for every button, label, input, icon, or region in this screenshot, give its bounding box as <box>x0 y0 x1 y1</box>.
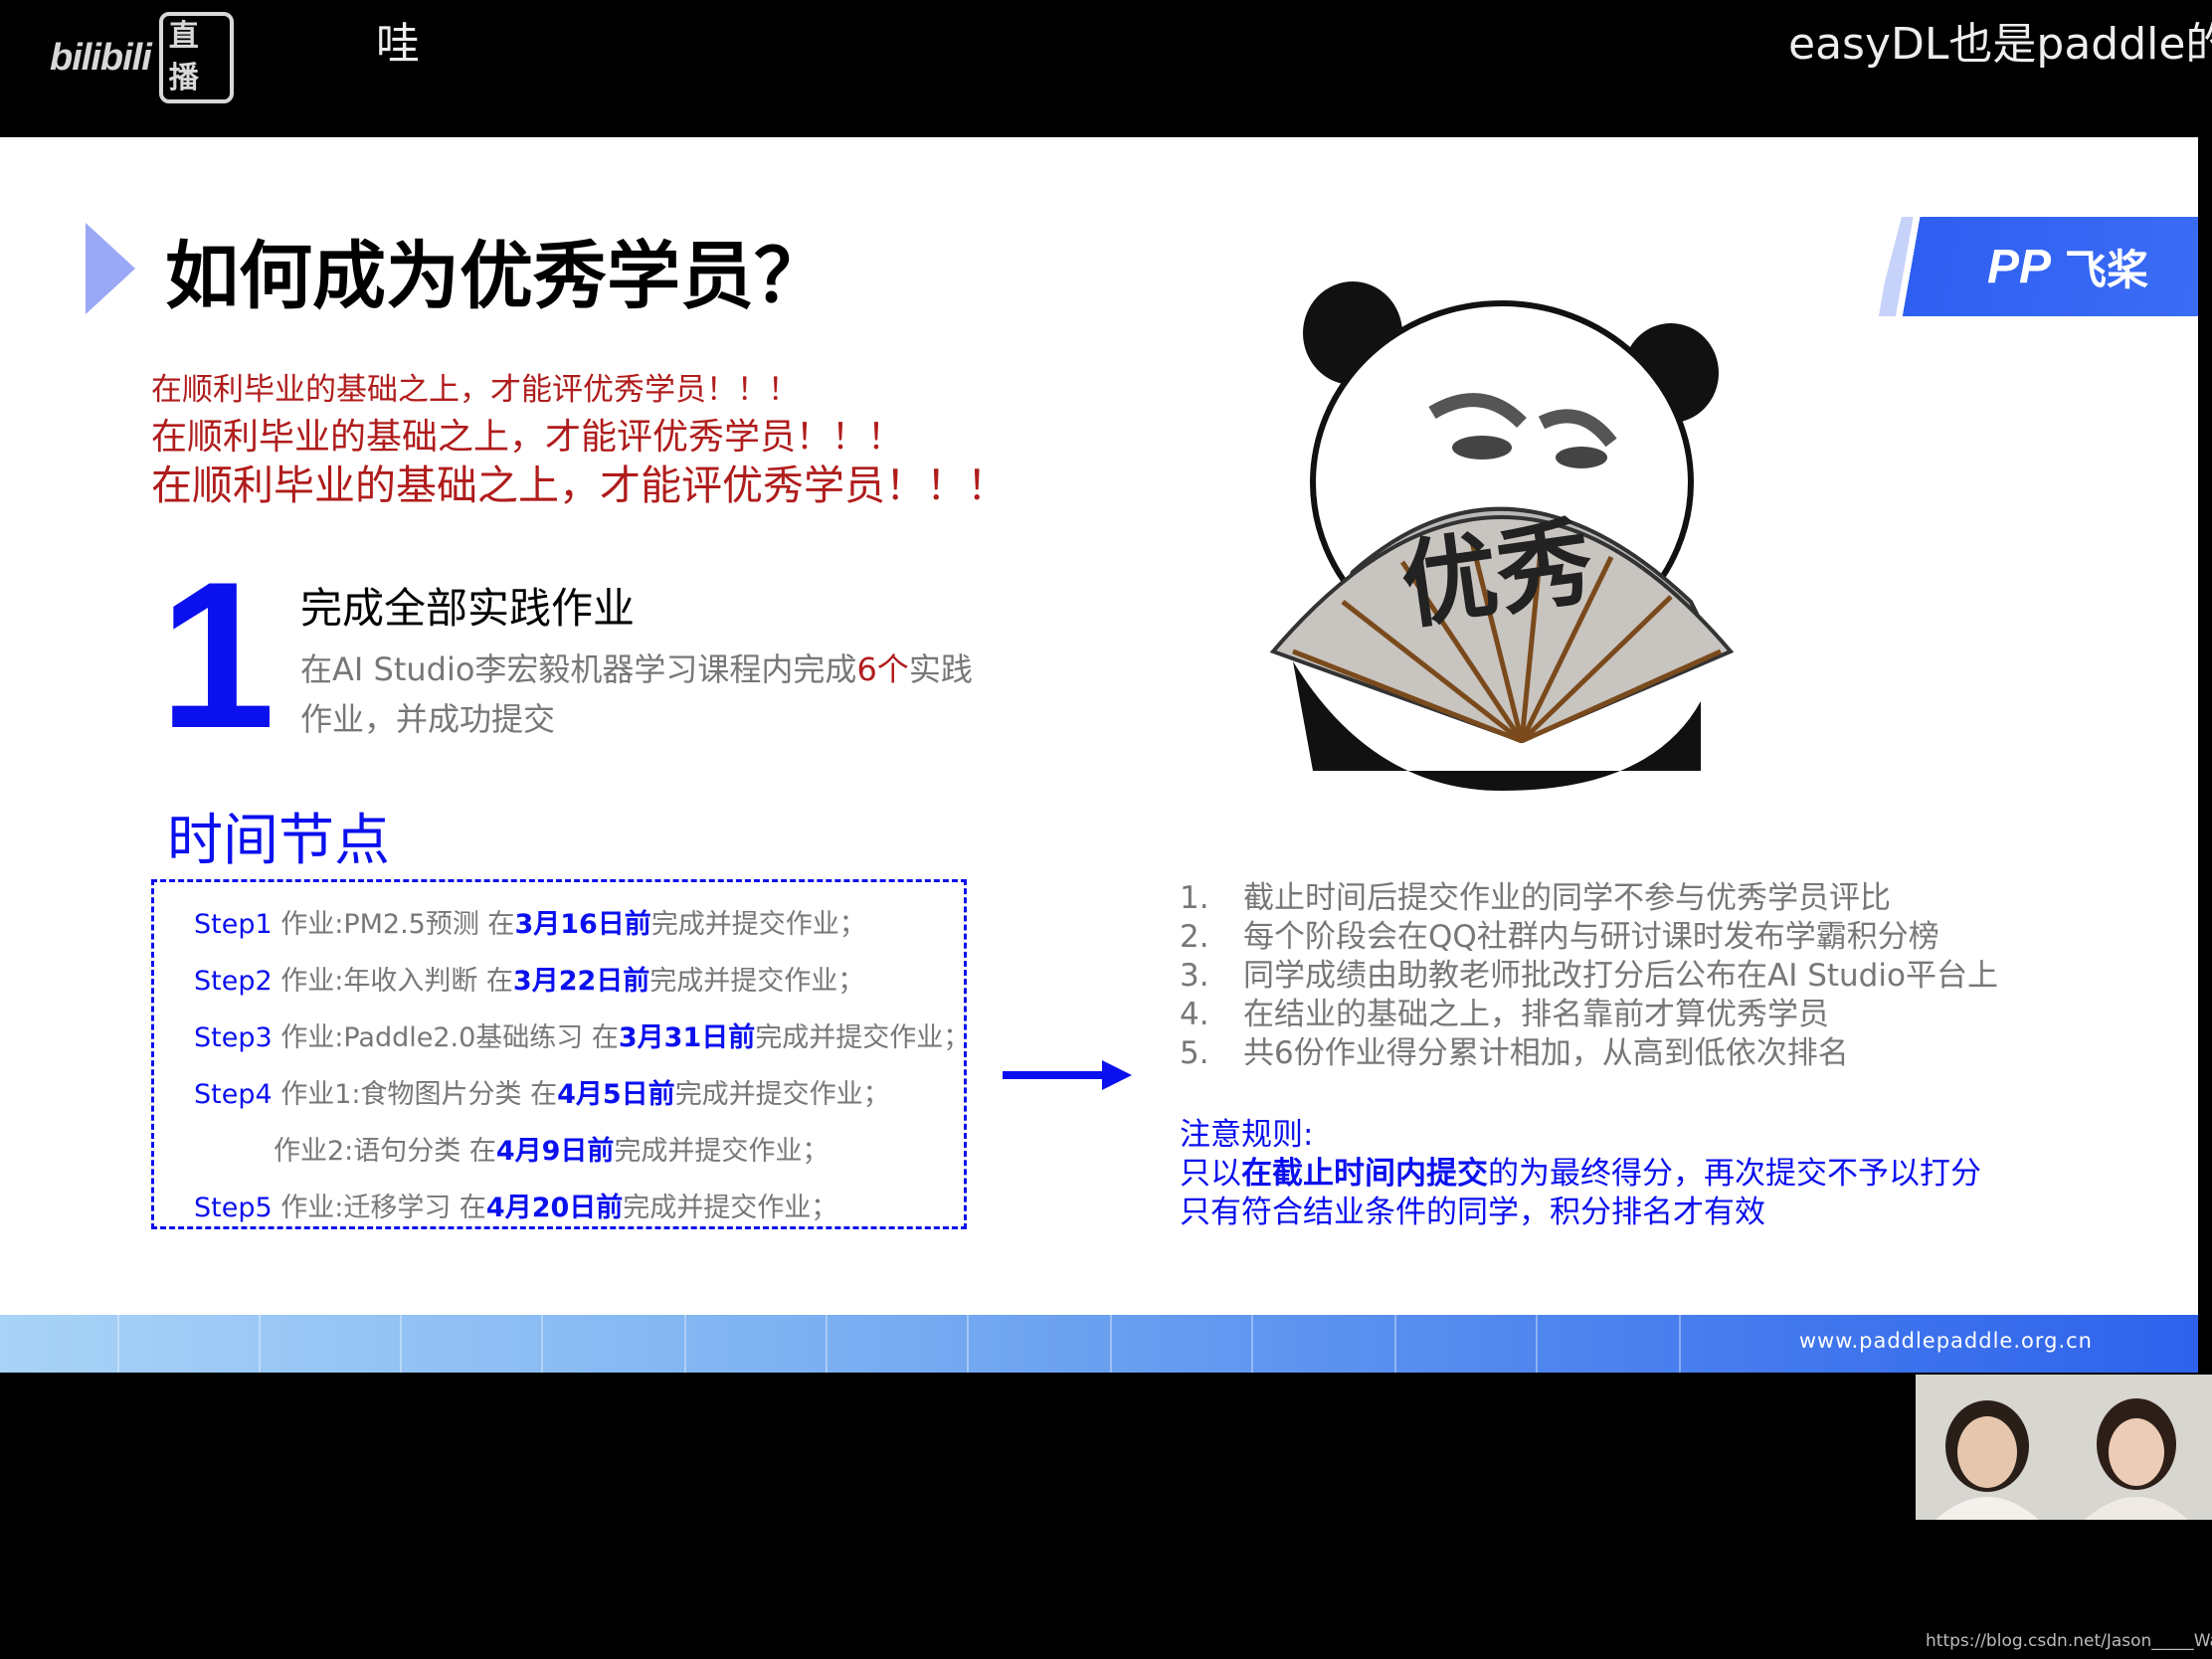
task-count-highlight: 6个 <box>856 650 909 688</box>
webcam-video <box>1916 1375 2212 1520</box>
footer-divider <box>1110 1315 1112 1373</box>
footer-url: www.paddlepaddle.org.cn <box>1798 1329 2093 1353</box>
note-line: 只有符合结业条件的同学，积分排名才有效 <box>1180 1195 1765 1230</box>
slide-footer-bar: www.paddlepaddle.org.cn <box>0 1315 2198 1373</box>
rule-text: 共6份作业得分累计相加，从高到低依次排名 <box>1243 1035 1849 1071</box>
timeline-title: 时间节点 <box>167 809 390 873</box>
step-deadline: 3月22日前 <box>512 966 650 997</box>
step-text: 作业:迁移学习 在 <box>272 1193 486 1223</box>
slide-title: 如何成为优秀学员？ <box>165 234 828 319</box>
panda-meme-image: 优秀 <box>1269 281 1735 791</box>
footer-divider <box>684 1315 686 1373</box>
rule-text: 截止时间后提交作业的同学不参与优秀学员评比 <box>1243 880 1891 916</box>
step-deadline: 4月9日前 <box>495 1136 615 1167</box>
rule-text: 每个阶段会在QQ社群内与研讨课时发布学霸积分榜 <box>1243 919 1939 955</box>
step-text: 作业:Paddle2.0基础练习 在 <box>272 1022 619 1053</box>
task-desc-pre: 在AI Studio李宏毅机器学习课程内完成 <box>300 650 857 688</box>
paddle-brand-banner: PP 飞桨 <box>1876 217 2198 316</box>
footer-divider <box>541 1315 543 1373</box>
step-label: Step3 <box>194 1022 273 1053</box>
timeline-step: Step3 作业:Paddle2.0基础练习 在3月31日前完成并提交作业； <box>194 1010 970 1066</box>
step-label: Step2 <box>194 966 273 997</box>
source-watermark: https://blog.csdn.net/Jason_____Wang <box>1926 1631 2212 1651</box>
rule-item: 3. 同学成绩由助教老师批改打分后公布在AI Studio平台上 <box>1180 957 1998 996</box>
step-text: 作业:PM2.5预测 在 <box>272 909 515 940</box>
step-suffix: 完成并提交作业； <box>650 909 866 940</box>
task-number: 1 <box>159 538 276 772</box>
step-deadline: 3月16日前 <box>514 909 651 940</box>
footer-divider <box>400 1315 402 1373</box>
timeline-step: Step5 作业:迁移学习 在4月20日前完成并提交作业； <box>194 1180 964 1236</box>
timeline-step: Step1 作业:PM2.5预测 在3月16日前完成并提交作业； <box>194 896 964 953</box>
step-deadline: 4月5日前 <box>557 1079 675 1110</box>
step-label: Step1 <box>194 909 273 940</box>
step-suffix: 完成并提交作业； <box>623 1193 838 1223</box>
step-label: Step5 <box>194 1193 273 1223</box>
step-suffix: 完成并提交作业； <box>755 1022 971 1053</box>
rule-number: 4. <box>1180 997 1209 1032</box>
timeline-step: 作业2:语句分类 在4月9日前完成并提交作业； <box>194 1123 964 1180</box>
title-arrow-icon <box>86 223 135 314</box>
rule-number: 5. <box>1180 1035 1209 1071</box>
bilibili-live-logo: bilibili 直播 <box>50 12 234 103</box>
live-badge: 直播 <box>158 12 234 103</box>
rule-number: 1. <box>1180 880 1209 916</box>
step-deadline: 3月31日前 <box>618 1022 756 1053</box>
task-title: 完成全部实践作业 <box>300 584 636 633</box>
paddle-logo-icon: PP <box>1986 240 2051 293</box>
footer-divider <box>259 1315 261 1373</box>
timeline-box: Step1 作业:PM2.5预测 在3月16日前完成并提交作业； Step2 作… <box>151 879 970 1229</box>
footer-divider <box>1251 1315 1253 1373</box>
rule-item: 1. 截止时间后提交作业的同学不参与优秀学员评比 <box>1180 879 1998 918</box>
presentation-slide: 如何成为优秀学员？ PP 飞桨 在顺利毕业的基础之上，才能评优秀学员！！！ 在顺… <box>0 137 2198 1373</box>
rule-item: 4. 在结业的基础之上，排名靠前才算优秀学员 <box>1180 996 1998 1034</box>
rule-item: 5. 共6份作业得分累计相加，从高到低依次排名 <box>1180 1034 1998 1073</box>
right-arrow-icon <box>1003 1060 1132 1090</box>
rule-item: 2. 每个阶段会在QQ社群内与研讨课时发布学霸积分榜 <box>1180 918 1998 957</box>
task-description: 在AI Studio李宏毅机器学习课程内完成6个实践作业，并成功提交 <box>300 645 997 744</box>
rule-text: 在结业的基础之上，排名靠前才算优秀学员 <box>1243 997 1829 1032</box>
footer-divider <box>117 1315 119 1373</box>
step-text: 作业1:食物图片分类 在 <box>272 1079 558 1110</box>
danmaku-comment: 哇 <box>376 19 420 70</box>
footer-divider <box>826 1315 828 1373</box>
timeline-step: Step2 作业:年收入判断 在3月22日前完成并提交作业； <box>194 953 964 1010</box>
step-suffix: 完成并提交作业； <box>649 966 865 997</box>
timeline-step: Step4 作业1:食物图片分类 在4月5日前完成并提交作业； <box>194 1066 964 1123</box>
warning-line: 在顺利毕业的基础之上，才能评优秀学员！！！ <box>151 372 799 408</box>
step-text: 作业:年收入判断 在 <box>272 966 513 997</box>
logo-text: bilibili <box>50 36 152 79</box>
danmaku-comment: easyDL也是paddle的 <box>1788 19 2212 70</box>
rule-number: 2. <box>1180 919 1209 955</box>
footer-divider <box>967 1315 969 1373</box>
brand-name: 飞桨 <box>2064 245 2148 294</box>
step-suffix: 完成并提交作业； <box>674 1079 890 1110</box>
step-suffix: 完成并提交作业； <box>614 1136 830 1167</box>
footer-divider <box>1679 1315 1681 1373</box>
footer-divider <box>1536 1315 1538 1373</box>
step-deadline: 4月20日前 <box>485 1193 624 1223</box>
step-label: Step4 <box>194 1079 273 1110</box>
rule-text: 同学成绩由助教老师批改打分后公布在AI Studio平台上 <box>1243 958 1998 994</box>
warning-line: 在顺利毕业的基础之上，才能评优秀学员！！！ <box>151 461 1008 509</box>
footer-divider <box>1394 1315 1396 1373</box>
step-text: 作业2:语句分类 在 <box>274 1136 496 1167</box>
rule-number: 3. <box>1180 958 1209 994</box>
rules-list: 1. 截止时间后提交作业的同学不参与优秀学员评比 2. 每个阶段会在QQ社群内与研讨… <box>1180 879 1998 1073</box>
